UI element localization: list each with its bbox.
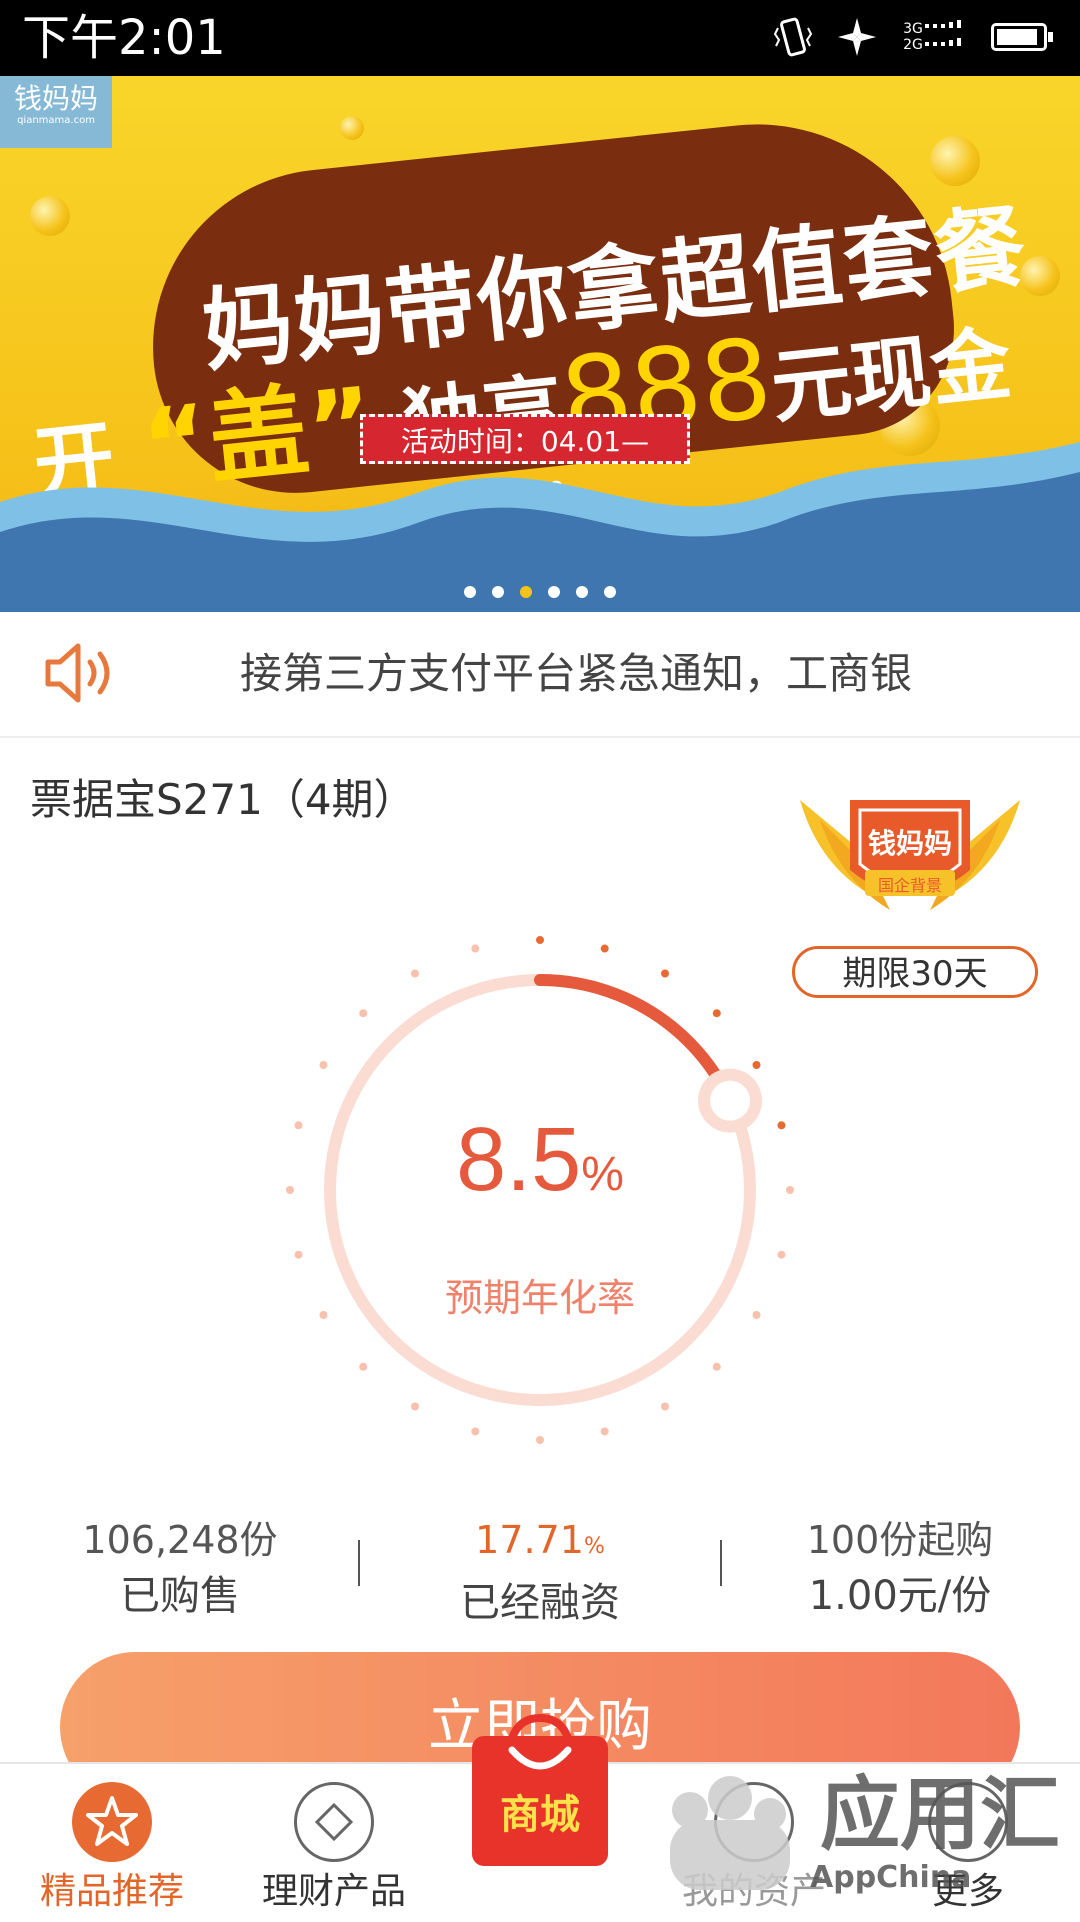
tab-products-label: 理财产品 [261, 1871, 406, 1912]
speaker-icon [42, 640, 122, 706]
medal-brand: 钱妈妈 [867, 827, 952, 860]
term-badge: 期限30天 [792, 946, 1038, 998]
stat-financed-unit: % [583, 1534, 605, 1559]
ring-tick-dot [712, 1009, 721, 1018]
rate-unit: % [581, 1148, 624, 1201]
tab-mall[interactable]: 商城 [472, 1706, 608, 1866]
stat-divider [358, 1540, 360, 1586]
watermark-logo-icon [670, 1776, 790, 1890]
ring-tick-dot [411, 969, 419, 978]
stat-financed-value: 17.71 [475, 1518, 584, 1562]
ring-tick-dot [661, 969, 669, 978]
ring-tick-dot [786, 1186, 794, 1194]
stat-min-purchase-value: 100份起购 [806, 1518, 994, 1562]
status-bar: 下午2:01 3G 2G [0, 0, 1080, 76]
battery-icon [986, 14, 1053, 60]
tab-featured-label: 精品推荐 [39, 1871, 184, 1912]
droplet [30, 196, 70, 236]
banner-brand-name: 钱妈妈 [13, 82, 98, 115]
page-dot[interactable] [464, 586, 476, 598]
ring-tick-dot [777, 1121, 786, 1130]
ring-tick-dot [411, 1402, 419, 1411]
medal-tag: 国企背景 [877, 876, 942, 895]
signal-3g-label: 3G [903, 21, 923, 37]
banner-waves [0, 442, 1080, 612]
ring-tick-dot [712, 1362, 721, 1371]
annual-rate-label: 预期年化率 [444, 1276, 635, 1320]
page-dot[interactable] [492, 586, 504, 598]
notice-text[interactable]: 接第三方支付平台紧急通知，工商银 [240, 644, 980, 704]
ring-tick-dot [777, 1250, 786, 1259]
signal-2g-label: 2G [903, 37, 923, 53]
banner-line2-suffix: 元现金 [766, 316, 1016, 435]
stat-sold-label: 已购售 [120, 1573, 240, 1619]
ring-tick-dot [294, 1121, 303, 1130]
network-icon [834, 14, 880, 60]
product-title[interactable]: 票据宝S271（4期） [30, 772, 416, 828]
stat-financed-value-wrap: 17.71% [380, 1512, 700, 1575]
tab-products[interactable]: 理财产品 [226, 1764, 442, 1922]
ring-tick-dot [471, 944, 480, 953]
stat-financed-label: 已经融资 [460, 1580, 620, 1626]
watermark-subtext: AppChina [810, 1860, 972, 1895]
page-dot[interactable] [604, 586, 616, 598]
ring-tick-dot [661, 1402, 669, 1411]
tab-mall-label: 商城 [500, 1792, 580, 1838]
ring-tick-dot [294, 1250, 303, 1259]
ring-tick-dot [600, 944, 609, 953]
ring-tick-dot [600, 1427, 609, 1436]
ring-tick-dot [536, 1436, 544, 1444]
star-icon [72, 1782, 152, 1862]
ring-tick-dot [319, 1311, 328, 1319]
signal-icon: 3G 2G [898, 14, 968, 60]
annual-rate-value: 8.5% [400, 1105, 680, 1230]
ring-tick-dot [471, 1427, 480, 1436]
stat-min-purchase: 100份起购 1.00元/份 [740, 1512, 1060, 1624]
ring-tick-dot [359, 1362, 368, 1371]
ring-tick-dot [286, 1186, 294, 1194]
diamond-icon [294, 1782, 374, 1862]
droplet [340, 116, 364, 140]
ring-tick-dot [536, 936, 544, 944]
page-dot[interactable] [576, 586, 588, 598]
stat-sold: 106,248份 已购售 [20, 1512, 340, 1624]
rate-number: 8.5 [456, 1110, 582, 1210]
stat-financed: 17.71% 已经融资 [380, 1512, 700, 1631]
banner-page-indicator[interactable] [0, 586, 1080, 598]
stat-divider [720, 1540, 722, 1586]
notice-bar[interactable]: 接第三方支付平台紧急通知，工商银 [0, 612, 1080, 738]
promo-banner[interactable]: 钱妈妈 qianmama.com 妈妈带你拿超值套餐 开“盖”独享888元现金 … [0, 76, 1080, 612]
tab-featured[interactable]: 精品推荐 [4, 1764, 220, 1922]
ring-tick-dot [752, 1311, 761, 1319]
vibrate-icon [770, 14, 816, 60]
status-time: 下午2:01 [22, 10, 226, 66]
appchina-watermark: 应用汇 AppChina [640, 1760, 1080, 1910]
stat-unit-price: 1.00元/份 [808, 1573, 992, 1619]
stat-sold-value: 106,248份 [82, 1518, 278, 1562]
banner-brand-sub: qianmama.com [17, 115, 95, 126]
watermark-text: 应用汇 [820, 1768, 1060, 1861]
ring-tick-dot [752, 1061, 761, 1069]
banner-brand-logo: 钱妈妈 qianmama.com [0, 76, 112, 148]
ring-tick-dot [319, 1061, 328, 1069]
page-dot[interactable] [548, 586, 560, 598]
page-dot-active[interactable] [520, 586, 532, 598]
ring-tick-dot [359, 1009, 368, 1018]
medal-badge: 钱妈妈 国企背景 [790, 760, 1030, 940]
